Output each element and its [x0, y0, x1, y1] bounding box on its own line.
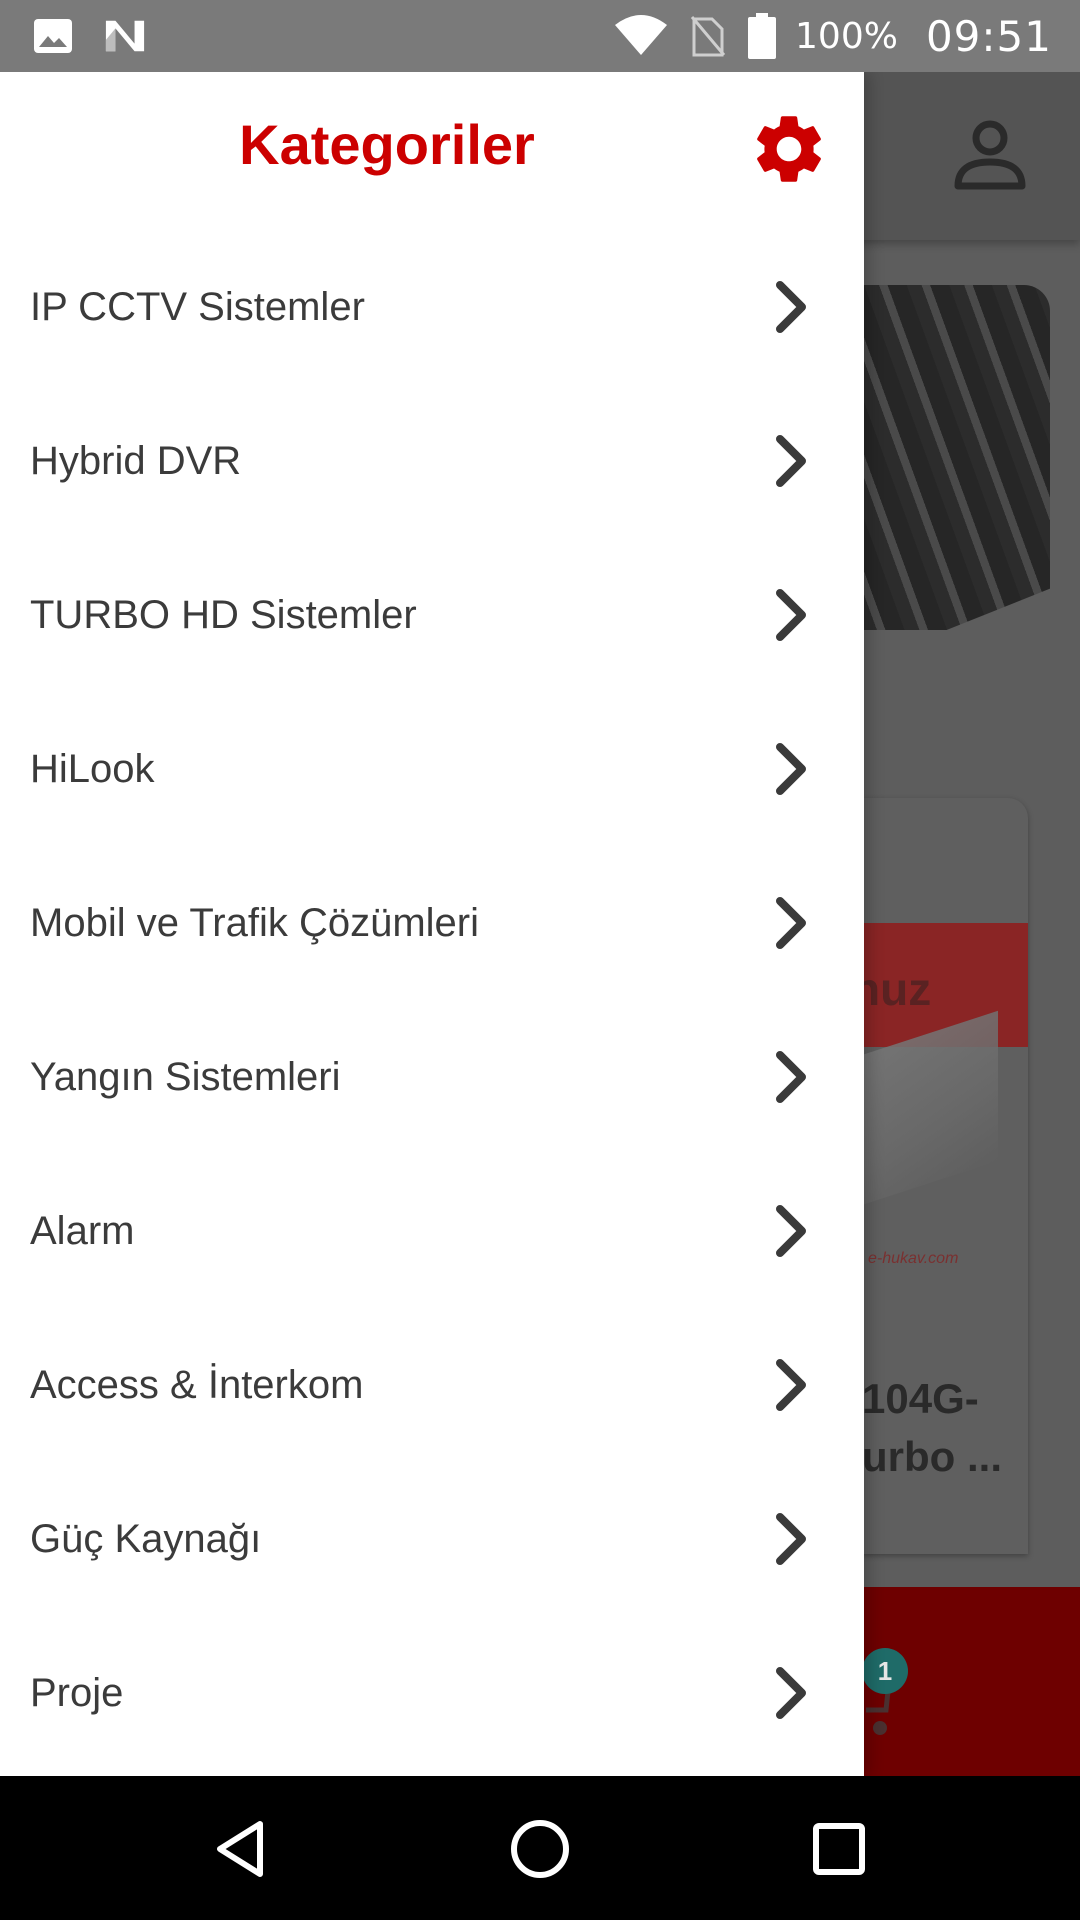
drawer-header: Kategoriler	[0, 72, 864, 230]
chevron-right-icon	[766, 739, 816, 799]
recents-square-icon[interactable]	[806, 1816, 872, 1882]
background-product-title: 104G- urbo ...	[862, 1370, 1002, 1486]
status-bar: 100% 09:51	[0, 0, 1080, 72]
category-item-turbo-hd[interactable]: TURBO HD Sistemler	[0, 538, 864, 692]
home-circle-icon[interactable]	[507, 1816, 573, 1882]
wifi-icon	[613, 15, 669, 57]
chevron-right-icon	[766, 1355, 816, 1415]
chevron-right-icon	[766, 1201, 816, 1261]
chevron-right-icon	[766, 893, 816, 953]
category-item-mobil-trafik[interactable]: Mobil ve Trafik Çözümleri	[0, 846, 864, 1000]
categories-drawer: Kategoriler IP CCTV Sistemler Hybrid DVR…	[0, 72, 864, 1776]
category-item-label: Mobil ve Trafik Çözümleri	[30, 900, 480, 945]
category-item-proje[interactable]: Proje	[0, 1616, 864, 1770]
category-item-label: Access & İnterkom	[30, 1362, 364, 1407]
chevron-right-icon	[766, 277, 816, 337]
person-icon[interactable]	[950, 116, 1030, 196]
category-item-ip-cctv[interactable]: IP CCTV Sistemler	[0, 230, 864, 384]
category-item-hybrid-dvr[interactable]: Hybrid DVR	[0, 384, 864, 538]
category-item-label: Alarm	[30, 1208, 135, 1253]
category-item-label: IP CCTV Sistemler	[30, 284, 365, 329]
cart-count-badge: 1	[862, 1648, 908, 1694]
category-item-yangin[interactable]: Yangın Sistemleri	[0, 1000, 864, 1154]
background-banner-image	[862, 285, 1050, 630]
category-item-label: HiLook	[30, 746, 155, 791]
chevron-right-icon	[766, 1509, 816, 1569]
category-item-alarm[interactable]: Alarm	[0, 1154, 864, 1308]
category-item-label: TURBO HD Sistemler	[30, 592, 417, 637]
background-product-title-line2: urbo ...	[862, 1433, 1002, 1480]
category-item-label: Güç Kaynağı	[30, 1516, 262, 1561]
chevron-right-icon	[766, 1047, 816, 1107]
category-item-hilook[interactable]: HiLook	[0, 692, 864, 846]
no-sim-icon	[687, 15, 729, 57]
background-product-title-line1: 104G-	[862, 1375, 979, 1422]
background-brand-watermark: e-hukav.com	[868, 1250, 959, 1267]
n-notification-icon	[104, 15, 146, 57]
chevron-right-icon	[766, 585, 816, 645]
system-navigation-bar	[0, 1776, 1080, 1920]
gear-icon[interactable]	[748, 108, 830, 190]
category-item-guc-kaynagi[interactable]: Güç Kaynağı	[0, 1462, 864, 1616]
category-item-access-interkom[interactable]: Access & İnterkom	[0, 1308, 864, 1462]
battery-icon	[747, 13, 777, 59]
image-notification-icon	[32, 15, 74, 57]
category-list: IP CCTV Sistemler Hybrid DVR TURBO HD Si…	[0, 230, 864, 1770]
drawer-title: Kategoriler	[239, 113, 535, 176]
battery-percentage: 100%	[795, 15, 898, 57]
chevron-right-icon	[766, 431, 816, 491]
category-item-label: Proje	[30, 1670, 124, 1715]
category-item-label: Yangın Sistemleri	[30, 1054, 341, 1099]
clock: 09:51	[925, 11, 1052, 61]
category-item-label: Hybrid DVR	[30, 438, 242, 483]
back-triangle-icon[interactable]	[208, 1816, 274, 1882]
chevron-right-icon	[766, 1663, 816, 1723]
